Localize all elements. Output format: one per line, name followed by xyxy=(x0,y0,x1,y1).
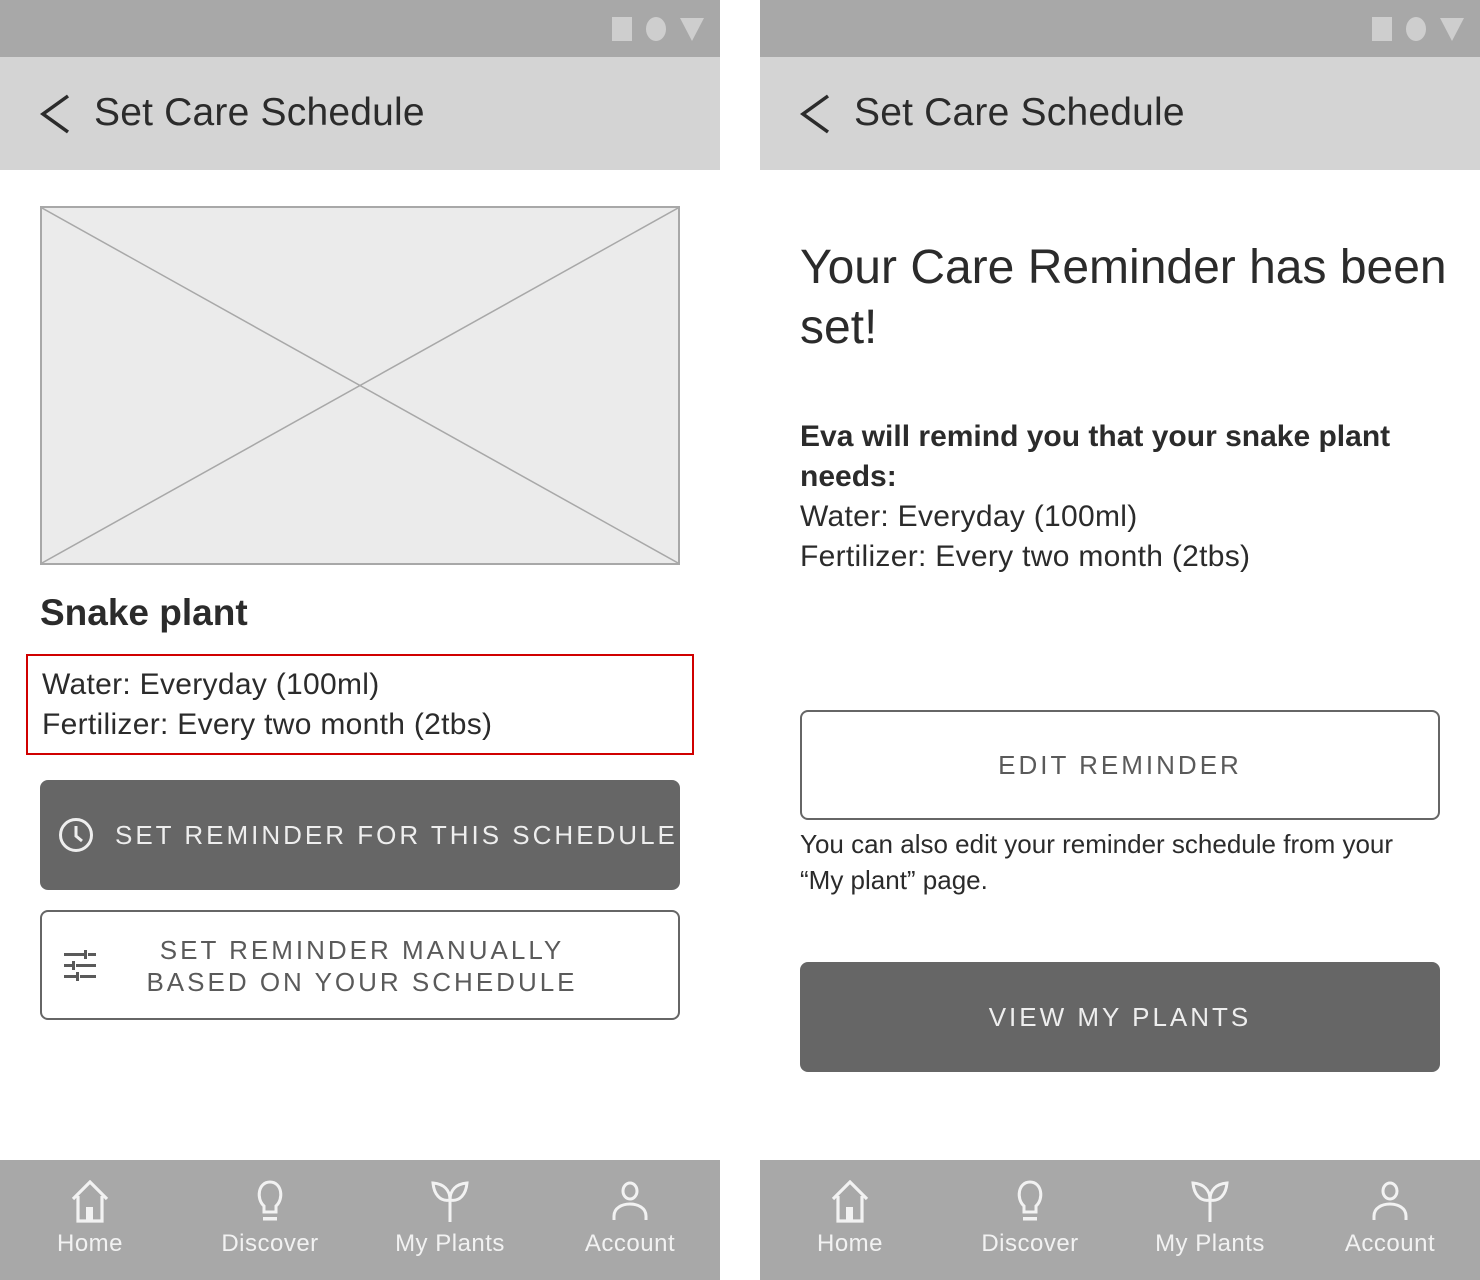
fertilizer-schedule: Fertilizer: Every two month (2tbs) xyxy=(42,708,493,741)
bottom-nav: Home Discover My Plants Account xyxy=(0,1160,720,1280)
set-reminder-manually-button[interactable]: SET REMINDER MANUALLY BASED ON YOUR SCHE… xyxy=(40,910,680,1020)
set-reminder-button[interactable]: SET REMINDER FOR THIS SCHEDULE xyxy=(40,780,680,890)
plant-name: Snake plant xyxy=(40,592,248,633)
nav-item-discover[interactable]: Discover xyxy=(940,1160,1120,1280)
reminder-intro: Eva will remind you that your snake plan… xyxy=(800,420,1391,493)
status-circle-icon xyxy=(646,17,666,41)
nav-label-home: Home xyxy=(816,1230,884,1257)
nav-label-my-plants: My Plants xyxy=(1155,1230,1265,1257)
success-heading: Your Care Reminder has been set! xyxy=(800,241,1447,354)
status-bar xyxy=(0,0,720,57)
edit-reminder-button[interactable]: EDIT REMINDER xyxy=(800,710,1440,820)
set-reminder-label: SET REMINDER FOR THIS SCHEDULE xyxy=(115,820,678,850)
chevron-left-icon xyxy=(800,94,830,134)
nav-label-discover: Discover xyxy=(981,1230,1079,1257)
back-button[interactable] xyxy=(38,93,74,135)
set-care-schedule-screen: Set Care Schedule Snake plant Water: Eve… xyxy=(0,0,720,1280)
nav-label-discover: Discover xyxy=(221,1230,319,1257)
nav-label-account: Account xyxy=(584,1230,676,1257)
view-my-plants-label: VIEW MY PLANTS xyxy=(988,1001,1252,1032)
lightbulb-icon xyxy=(1017,1180,1043,1221)
nav-item-home[interactable]: Home xyxy=(760,1160,940,1280)
nav-item-my-plants[interactable]: My Plants xyxy=(360,1160,540,1280)
status-triangle-icon xyxy=(680,17,704,41)
reminder-set-screen: Set Care Schedule Your Care Reminder has… xyxy=(760,0,1480,1280)
bottom-nav: Home Discover My Plants Account xyxy=(760,1160,1480,1280)
person-icon xyxy=(612,1181,648,1220)
home-icon xyxy=(71,1180,109,1223)
tune-sliders-icon xyxy=(64,950,96,981)
image-placeholder-icon xyxy=(42,208,678,563)
fertilizer-schedule: Fertilizer: Every two month (2tbs) xyxy=(800,540,1251,573)
sprout-icon xyxy=(431,1181,469,1222)
edit-reminder-label: EDIT REMINDER xyxy=(998,749,1242,780)
status-square-icon xyxy=(1372,17,1392,41)
nav-item-account[interactable]: Account xyxy=(540,1160,720,1280)
app-bar: Set Care Schedule xyxy=(0,57,720,170)
lightbulb-icon xyxy=(257,1180,283,1221)
home-icon xyxy=(831,1180,869,1223)
page-title: Set Care Schedule xyxy=(94,91,425,134)
manual-label-line2: BASED ON YOUR SCHEDULE xyxy=(146,967,578,997)
status-circle-icon xyxy=(1406,17,1426,41)
clock-icon xyxy=(59,818,93,852)
status-triangle-icon xyxy=(1440,17,1464,41)
nav-label-account: Account xyxy=(1344,1230,1436,1257)
manual-label-line1: SET REMINDER MANUALLY xyxy=(159,935,565,965)
nav-label-my-plants: My Plants xyxy=(395,1230,505,1257)
back-button[interactable] xyxy=(798,93,834,135)
water-schedule: Water: Everyday (100ml) xyxy=(800,500,1138,533)
status-square-icon xyxy=(612,17,632,41)
status-bar xyxy=(760,0,1480,57)
reminder-summary: Eva will remind you that your snake plan… xyxy=(800,417,1450,577)
nav-item-account[interactable]: Account xyxy=(1300,1160,1480,1280)
nav-item-discover[interactable]: Discover xyxy=(180,1160,360,1280)
nav-item-home[interactable]: Home xyxy=(0,1160,180,1280)
water-schedule: Water: Everyday (100ml) xyxy=(42,668,380,701)
app-bar: Set Care Schedule xyxy=(760,57,1480,170)
person-icon xyxy=(1372,1181,1408,1220)
plant-image-placeholder xyxy=(40,206,680,565)
chevron-left-icon xyxy=(40,94,70,134)
edit-note: You can also edit your reminder schedule… xyxy=(800,829,1394,895)
view-my-plants-button[interactable]: VIEW MY PLANTS xyxy=(800,962,1440,1072)
nav-item-my-plants[interactable]: My Plants xyxy=(1120,1160,1300,1280)
care-schedule-box: Water: Everyday (100ml) Fertilizer: Ever… xyxy=(26,654,694,755)
nav-label-home: Home xyxy=(56,1230,124,1257)
sprout-icon xyxy=(1191,1181,1229,1222)
page-title: Set Care Schedule xyxy=(854,91,1185,134)
